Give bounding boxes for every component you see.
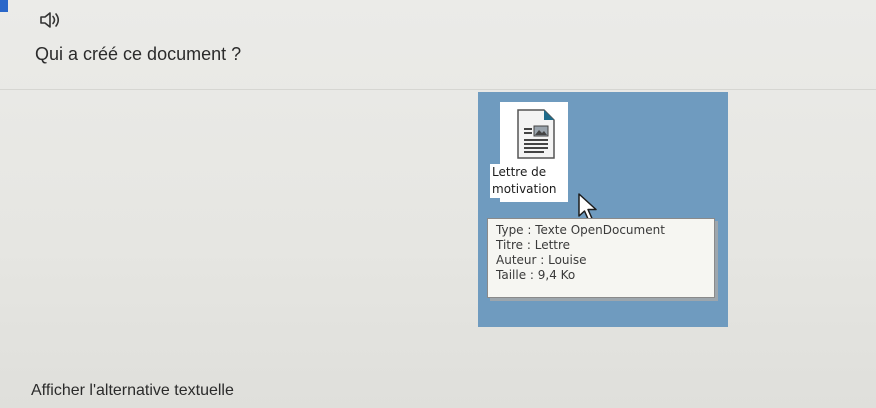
question-text: Qui a créé ce document ?: [35, 44, 242, 64]
tooltip-title: Titre : Lettre: [496, 238, 571, 252]
tooltip-author: Auteur : Louise: [496, 253, 587, 267]
writer-document-icon: [510, 104, 558, 164]
tooltip-size: Taille : 9,4 Ko: [496, 268, 576, 282]
tooltip-type: Type : Texte OpenDocument: [496, 223, 665, 237]
divider: [0, 89, 876, 90]
accent-bar: [0, 0, 8, 12]
file-label-line2: motivation: [490, 181, 559, 198]
speaker-icon[interactable]: [38, 10, 64, 30]
desktop-illustration: Lettre de motivation Type : Texte OpenDo…: [478, 92, 728, 327]
show-alt-text-link[interactable]: Afficher l'alternative textuelle: [31, 382, 234, 400]
file-label: Lettre de motivation: [490, 164, 570, 198]
file-properties-tooltip: Type : Texte OpenDocument Titre : Lettre…: [487, 218, 715, 298]
file-label-line1: Lettre de: [490, 164, 549, 181]
